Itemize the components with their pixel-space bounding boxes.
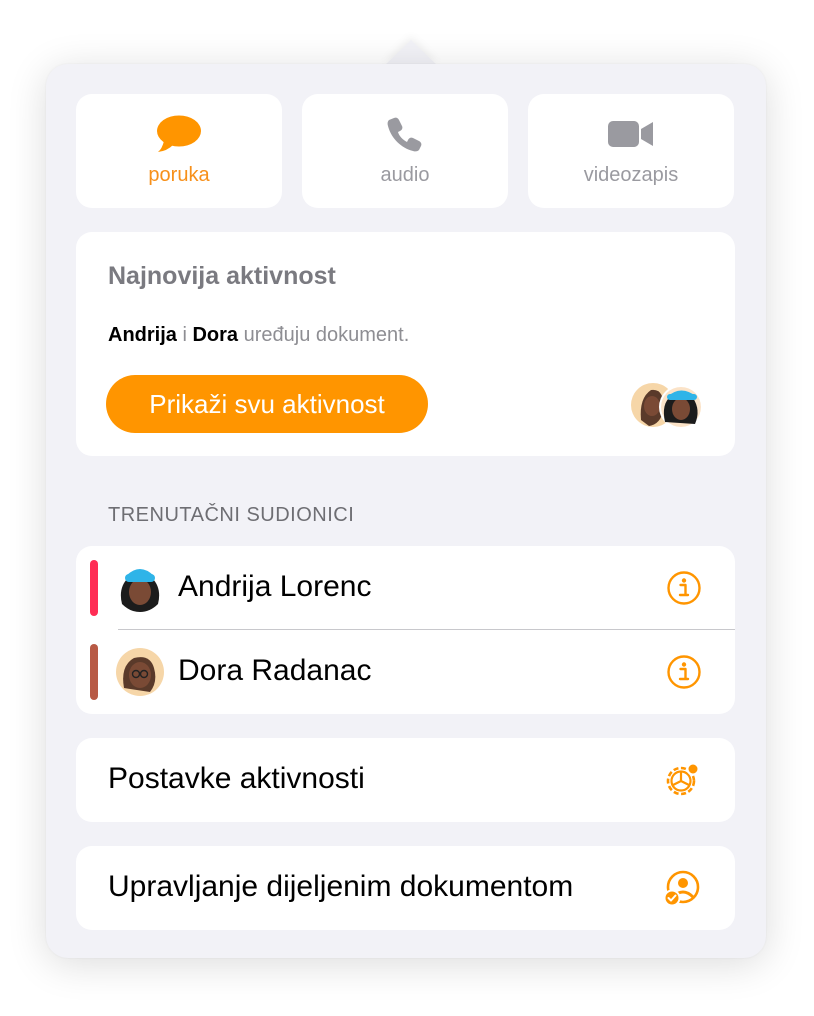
recent-activity-card: Najnovija aktivnost Andrija i Dora uređu… xyxy=(76,232,735,456)
show-all-activity-button[interactable]: Prikaži svu aktivnost xyxy=(106,375,428,433)
phone-icon xyxy=(386,114,424,154)
speech-bubble-icon xyxy=(155,114,203,154)
manage-shared-document-button[interactable]: Upravljanje dijeljenim dokumentom xyxy=(76,846,735,930)
avatar xyxy=(116,564,164,612)
activity-name-2: Dora xyxy=(192,324,239,346)
activity-title: Najnovija aktivnost xyxy=(108,262,336,290)
participant-color-bar xyxy=(90,560,98,616)
audio-button[interactable]: audio xyxy=(302,94,508,208)
participant-row[interactable]: Dora Radanac xyxy=(76,630,735,714)
activity-name-1: Andrija xyxy=(108,324,177,346)
message-label: poruka xyxy=(148,164,210,186)
activity-avatars xyxy=(631,380,711,430)
video-button[interactable]: videozapis xyxy=(528,94,734,208)
activity-settings-button[interactable]: Postavke aktivnosti xyxy=(76,738,735,822)
audio-label: audio xyxy=(380,164,430,186)
collaboration-popover: poruka audio videozapis Najnovija aktivn… xyxy=(46,64,766,958)
info-icon[interactable] xyxy=(666,570,702,606)
participant-row[interactable]: Andrija Lorenc xyxy=(76,546,735,630)
manage-shared-icon xyxy=(662,868,702,908)
activity-description: Andrija i Dora uređuju dokument. xyxy=(108,324,409,347)
avatar xyxy=(116,648,164,696)
participant-name: Dora Radanac xyxy=(178,654,372,687)
activity-settings-label: Postavke aktivnosti xyxy=(108,762,365,795)
participants-section-header: TRENUTAČNI SUDIONICI xyxy=(108,504,355,526)
video-camera-icon xyxy=(607,114,655,154)
activity-rest: uređuju dokument. xyxy=(238,324,410,346)
participants-list: Andrija Lorenc Dora Radanac xyxy=(76,546,735,714)
video-label: videozapis xyxy=(583,164,679,186)
activity-conj: i xyxy=(176,324,193,346)
activity-settings-icon xyxy=(662,760,702,800)
message-button[interactable]: poruka xyxy=(76,94,282,208)
info-icon[interactable] xyxy=(666,654,702,690)
manage-shared-document-label: Upravljanje dijeljenim dokumentom xyxy=(108,870,574,903)
participant-color-bar xyxy=(90,644,98,700)
popover-arrow xyxy=(385,40,437,65)
participant-name: Andrija Lorenc xyxy=(178,570,372,603)
